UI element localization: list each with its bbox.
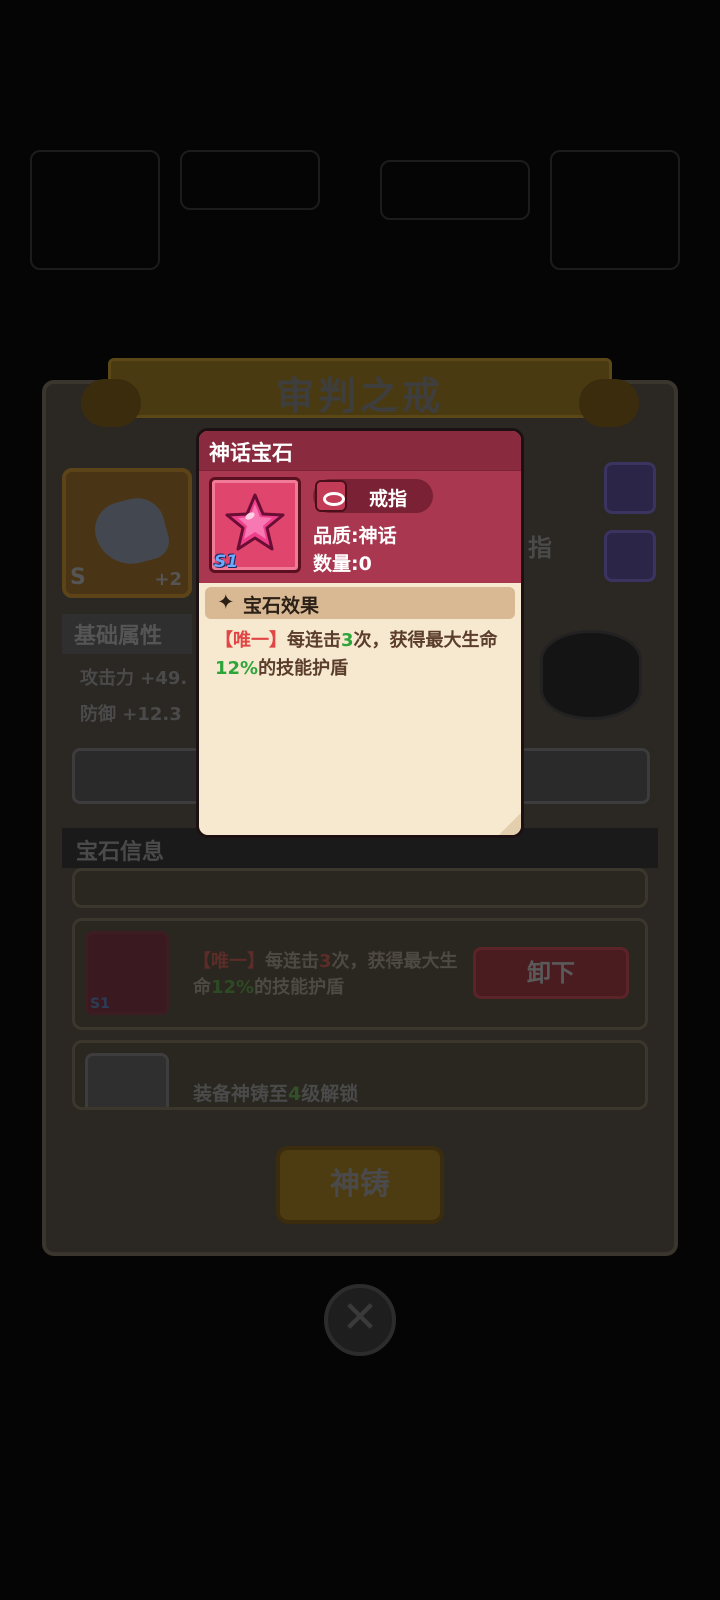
gem-tier-badge: S1 bbox=[214, 552, 239, 572]
item-enhance-level: +2 bbox=[154, 569, 182, 590]
star-gem-icon bbox=[225, 493, 285, 551]
ring-display-icon bbox=[540, 630, 642, 720]
ghost-panel bbox=[180, 150, 320, 210]
popup-titlebar: 神话宝石 bbox=[199, 431, 521, 471]
locked-gem-slot: 装备神铸至4级解锁 bbox=[72, 1040, 648, 1110]
gem-effect-header: ✦ 宝石效果 bbox=[205, 587, 515, 619]
equipment-item-slot[interactable]: S +2 bbox=[62, 468, 192, 598]
gem-tier-badge: S1 bbox=[90, 996, 110, 1012]
stat-defense: 防御 +12.3 bbox=[80, 704, 182, 725]
gem-effect-label: 宝石效果 bbox=[243, 595, 320, 617]
gem-detail-popup: 神话宝石 S1 戒指 品质:神话 数量:0 ✦ 宝石效果 【唯一】每连击3次，获… bbox=[196, 428, 524, 838]
gem-thumbnail[interactable]: S1 bbox=[85, 931, 169, 1015]
ghost-panel bbox=[380, 160, 530, 220]
stat-attack: 攻击力 +49. bbox=[80, 668, 188, 689]
stats-header: 基础属性 bbox=[62, 614, 192, 654]
gem-effect-description: 【唯一】每连击3次，获得最大生命12%的技能护盾 bbox=[215, 630, 498, 679]
page-corner-fold bbox=[499, 813, 521, 835]
popup-header: 神话宝石 S1 戒指 品质:神话 数量:0 bbox=[199, 431, 521, 583]
swap-button[interactable] bbox=[604, 530, 656, 582]
gem-type-pill: 戒指 bbox=[313, 479, 433, 513]
ring-icon bbox=[315, 480, 347, 512]
ghost-panel bbox=[30, 150, 160, 270]
close-icon[interactable]: ✕ bbox=[324, 1284, 396, 1356]
gem-row: S1 【唯一】每连击3次，获得最大生命12%的技能护盾 卸下 bbox=[72, 918, 648, 1030]
item-grade: S bbox=[70, 565, 86, 590]
ring-item-icon bbox=[88, 492, 174, 572]
gem-description: 【唯一】每连击3次，获得最大生命12%的技能护盾 bbox=[193, 951, 458, 998]
unlock-requirement: 装备神铸至4级解锁 bbox=[193, 1083, 359, 1105]
unequip-button[interactable]: 卸下 bbox=[473, 947, 629, 999]
equipment-title: 审判之戒 bbox=[275, 374, 444, 418]
gem-type-label: 戒指 bbox=[369, 488, 408, 510]
sparkle-icon: ✦ bbox=[217, 590, 235, 614]
lock-button[interactable] bbox=[604, 462, 656, 514]
gem-row bbox=[72, 868, 648, 908]
gem-count: 数量:0 bbox=[313, 553, 372, 575]
ghost-panel bbox=[550, 150, 680, 270]
gem-quality: 品质:神话 bbox=[313, 525, 397, 547]
ring-tag: 指 bbox=[528, 534, 552, 562]
equipment-title-banner: 审判之戒 bbox=[81, 358, 639, 427]
forge-button[interactable]: 神铸 bbox=[276, 1146, 444, 1224]
gem-icon-box: S1 bbox=[209, 477, 301, 573]
popup-title: 神话宝石 bbox=[209, 441, 293, 465]
lock-icon bbox=[85, 1053, 169, 1107]
